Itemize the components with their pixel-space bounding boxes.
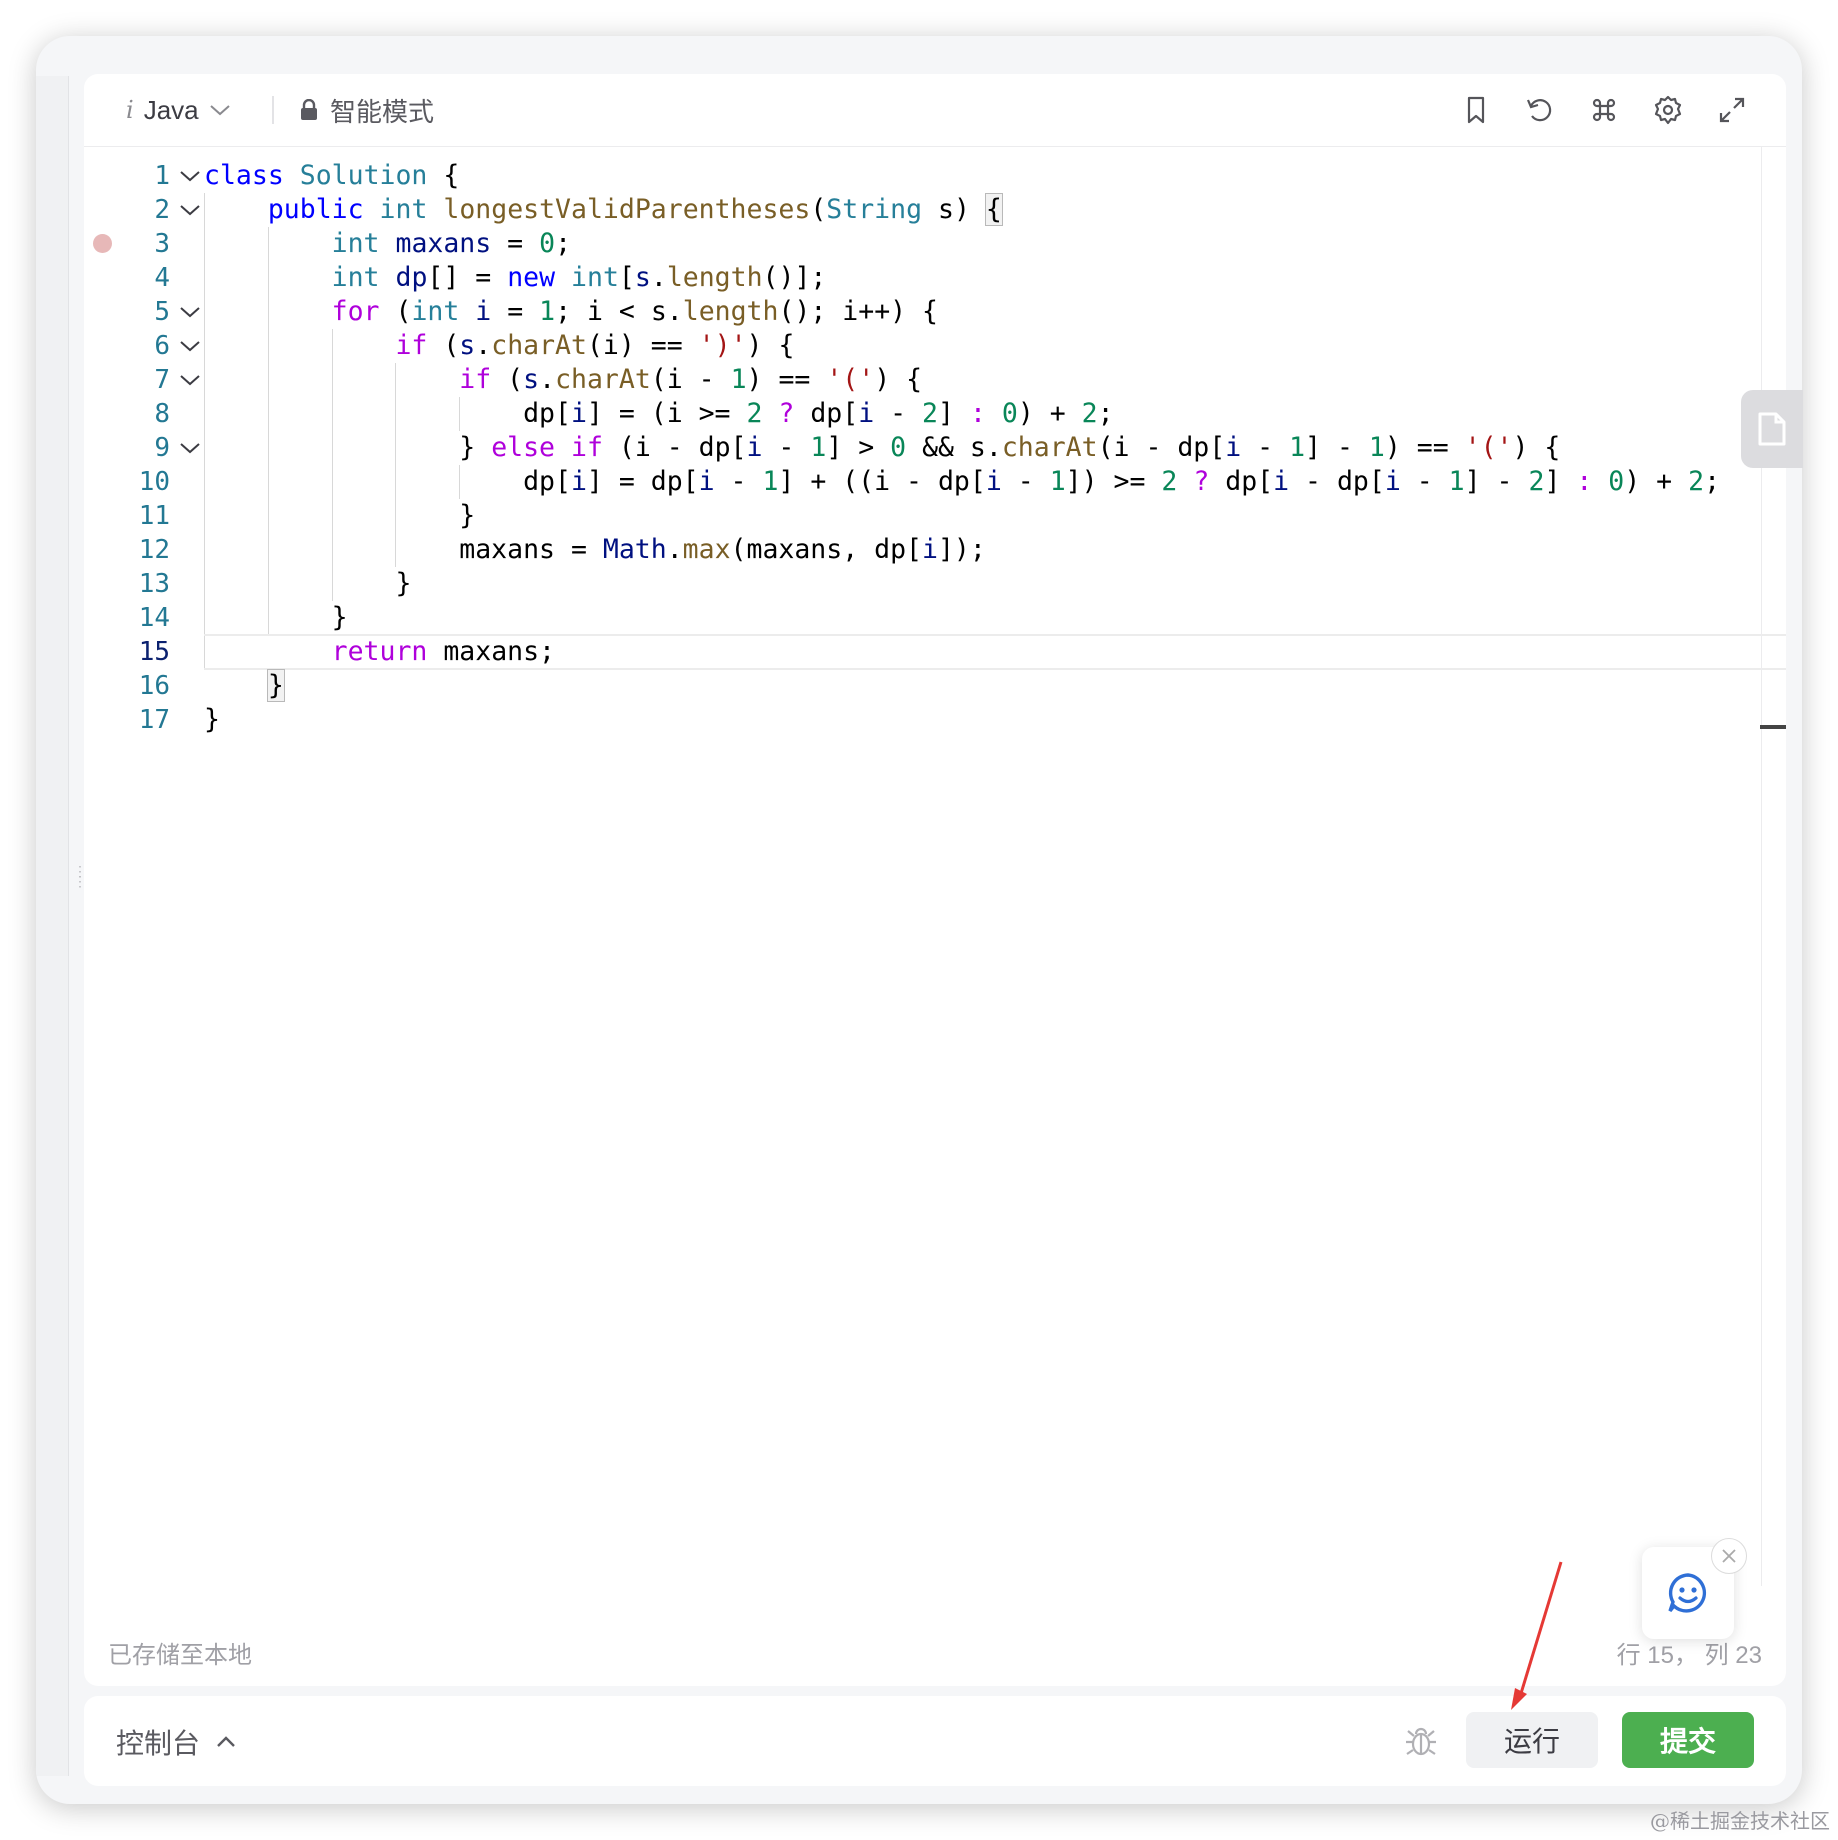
code-line[interactable]: 2 public int longestValidParentheses(Str… [84, 193, 1762, 227]
line-number[interactable]: 5 [84, 295, 170, 329]
editor-toolbar: i Java 智能模式 [84, 74, 1786, 147]
line-number[interactable]: 12 [84, 533, 170, 567]
code-line[interactable]: 1 class Solution { [84, 159, 1762, 193]
scrollbar-cursor-marker [1760, 725, 1786, 729]
left-panel-edge [36, 76, 69, 1776]
line-number[interactable]: 17 [84, 703, 170, 737]
fold-chevron-icon[interactable] [176, 431, 204, 465]
code-text: int maxans = 0; [331, 228, 572, 259]
code-line[interactable]: 7 if (s.charAt(i - 1) == '(') { [84, 363, 1762, 397]
mode-toggle[interactable]: 智能模式 [300, 94, 435, 127]
code-line[interactable]: 14 } [84, 601, 1762, 635]
fullscreen-icon[interactable] [1714, 92, 1750, 128]
line-number[interactable]: 16 [84, 669, 170, 703]
code-text: return maxans; [331, 636, 556, 667]
code-text: class Solution { [204, 160, 460, 191]
code-text: } [204, 602, 348, 633]
line-number[interactable]: 1 [84, 159, 170, 193]
code-text: maxans = Math.max(maxans, dp[i]); [204, 534, 986, 565]
code-line[interactable]: 12 maxans = Math.max(maxans, dp[i]); [84, 533, 1762, 567]
line-number[interactable]: 2 [84, 193, 170, 227]
line-number[interactable]: 14 [84, 601, 170, 635]
fold-chevron-icon[interactable] [176, 159, 204, 193]
code-text: } [204, 500, 476, 531]
line-number[interactable]: 15 [84, 635, 170, 669]
line-number[interactable]: 13 [84, 567, 170, 601]
code-text: if (s.charAt(i - 1) == '(') { [459, 364, 923, 395]
fold-chevron-icon[interactable] [176, 363, 204, 397]
toolbar-divider [272, 96, 274, 124]
code-area[interactable]: 1 class Solution {2 public int longestVal… [84, 147, 1786, 1586]
code-line[interactable]: 13 } [84, 567, 1762, 601]
code-text: int dp[] = new int[s.length()]; [331, 262, 827, 293]
code-line[interactable]: 3 int maxans = 0; [84, 227, 1762, 261]
code-text: } else if (i - dp[i - 1] > 0 && s.charAt… [204, 432, 1561, 463]
fold-chevron-icon[interactable] [176, 193, 204, 227]
code-text: } [204, 704, 220, 735]
line-number[interactable]: 11 [84, 499, 170, 533]
info-icon: i [126, 96, 134, 124]
saved-status: 已存储至本地 [108, 1642, 252, 1669]
smile-chat-icon [1668, 1573, 1707, 1613]
code-line[interactable]: 17} [84, 703, 1762, 737]
line-number[interactable]: 8 [84, 397, 170, 431]
breakpoint-dot[interactable] [93, 234, 112, 253]
code-line[interactable]: 6 if (s.charAt(i) == ')') { [84, 329, 1762, 363]
chevron-down-icon [209, 105, 230, 116]
language-label: Java [143, 94, 199, 125]
annotation-arrow-icon [1511, 1561, 1563, 1710]
close-icon[interactable] [1711, 1538, 1747, 1574]
code-line[interactable]: 16 } [84, 669, 1762, 703]
language-select[interactable]: i Java [126, 94, 231, 126]
console-toggle[interactable]: 控制台 [116, 1722, 236, 1762]
settings-icon[interactable] [1650, 92, 1686, 128]
code-text: for (int i = 1; i < s.length(); i++) { [331, 296, 939, 327]
code-line[interactable]: 4 int dp[] = new int[s.length()]; [84, 261, 1762, 295]
note-icon [1758, 412, 1786, 446]
shortcut-icon[interactable] [1586, 92, 1622, 128]
code-text: } [204, 568, 412, 599]
code-line[interactable]: 8 dp[i] = (i >= 2 ? dp[i - 2] : 0) + 2; [84, 397, 1762, 431]
line-number[interactable]: 6 [84, 329, 170, 363]
side-notes-tab[interactable] [1741, 390, 1803, 468]
code-line[interactable]: 5 for (int i = 1; i < s.length(); i++) { [84, 295, 1762, 329]
bookmark-icon[interactable] [1458, 92, 1494, 128]
reset-icon[interactable] [1522, 92, 1558, 128]
watermark: @稀土掘金技术社区 [1650, 1809, 1830, 1833]
vertical-scrollbar[interactable] [1760, 147, 1786, 1586]
code-line[interactable]: 9 } else if (i - dp[i - 1] > 0 && s.char… [84, 431, 1762, 465]
code-text: public int longestValidParentheses(Strin… [267, 193, 1003, 226]
line-number[interactable]: 4 [84, 261, 170, 295]
line-number[interactable]: 7 [84, 363, 170, 397]
lock-icon [301, 99, 317, 120]
chevron-up-icon [217, 1736, 235, 1747]
resize-handle[interactable]: ⋮ ⋮ [73, 864, 87, 916]
code-text: dp[i] = dp[i - 1] + ((i - dp[i - 1]) >= … [204, 466, 1721, 497]
fold-chevron-icon[interactable] [176, 329, 204, 363]
mode-label: 智能模式 [330, 96, 435, 127]
fold-chevron-icon[interactable] [176, 295, 204, 329]
code-line[interactable]: 10 dp[i] = dp[i - 1] + ((i - dp[i - 1]) … [84, 465, 1762, 499]
line-number[interactable]: 10 [84, 465, 170, 499]
run-button[interactable]: 运行 [1466, 1712, 1598, 1768]
code-line[interactable]: 15 return maxans; [84, 634, 1786, 670]
code-editor-panel: i Java 智能模式 1 class Solution {2 public … [84, 74, 1786, 1686]
cursor-position: 行 15， 列 23 [1616, 1642, 1762, 1669]
submit-button[interactable]: 提交 [1622, 1712, 1754, 1768]
line-number[interactable]: 9 [84, 431, 170, 465]
code-text: if (s.charAt(i) == ')') { [395, 330, 795, 361]
code-line[interactable]: 11 } [84, 499, 1762, 533]
console-label: 控制台 [116, 1728, 201, 1759]
debug-bug-icon[interactable] [1402, 1722, 1440, 1760]
code-text: dp[i] = (i >= 2 ? dp[i - 2] : 0) + 2; [204, 398, 1114, 429]
code-text: } [266, 669, 285, 702]
